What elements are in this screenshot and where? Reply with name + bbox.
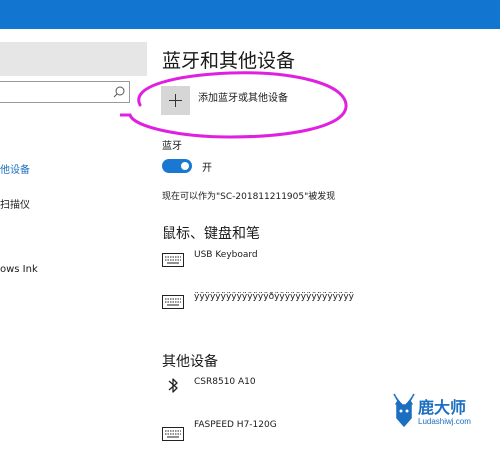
device-name: CSR8510 A10 <box>194 377 256 387</box>
device-name: FASPEED H7-120G <box>194 420 277 430</box>
title-bar <box>0 0 500 29</box>
discoverable-text: 现在可以作为"SC-201811211905"被发现 <box>162 192 336 202</box>
search-input[interactable] <box>0 81 130 103</box>
bluetooth-icon <box>162 377 184 399</box>
keyboard-icon <box>162 250 184 271</box>
highlight-annotation <box>120 71 348 139</box>
watermark-url: Ludashiwj.com <box>418 417 471 426</box>
section-heading-other-devices: 其他设备 <box>162 354 218 370</box>
section-heading-mouse-keyboard: 鼠标、键盘和笔 <box>162 226 260 242</box>
watermark: 鹿大师 Ludashiwj.com <box>390 392 500 433</box>
watermark-title: 鹿大师 <box>418 398 467 417</box>
toggle-state-label: 开 <box>202 163 212 174</box>
deer-logo-icon <box>390 392 418 434</box>
main-content: 蓝牙和其他设备 添加蓝牙或其他设备 蓝牙 开 现在可以作为"SC-2018112… <box>120 29 500 441</box>
sidebar-item-other-devices[interactable]: 他设备 <box>0 161 30 176</box>
device-name: USB Keyboard <box>194 250 258 260</box>
device-name: ÿÿÿÿÿÿÿÿÿÿÿÿÿÿðÿÿÿÿÿÿÿÿÿÿÿÿÿÿÿ <box>194 292 354 302</box>
keyboard-icon <box>162 292 184 313</box>
bluetooth-toggle[interactable] <box>162 159 192 173</box>
sidebar-item-windows-ink[interactable]: ows Ink <box>0 264 38 275</box>
sidebar-item-scanner[interactable]: 扫描仪 <box>0 196 30 211</box>
bluetooth-label: 蓝牙 <box>162 141 182 152</box>
toggle-knob <box>181 162 189 170</box>
